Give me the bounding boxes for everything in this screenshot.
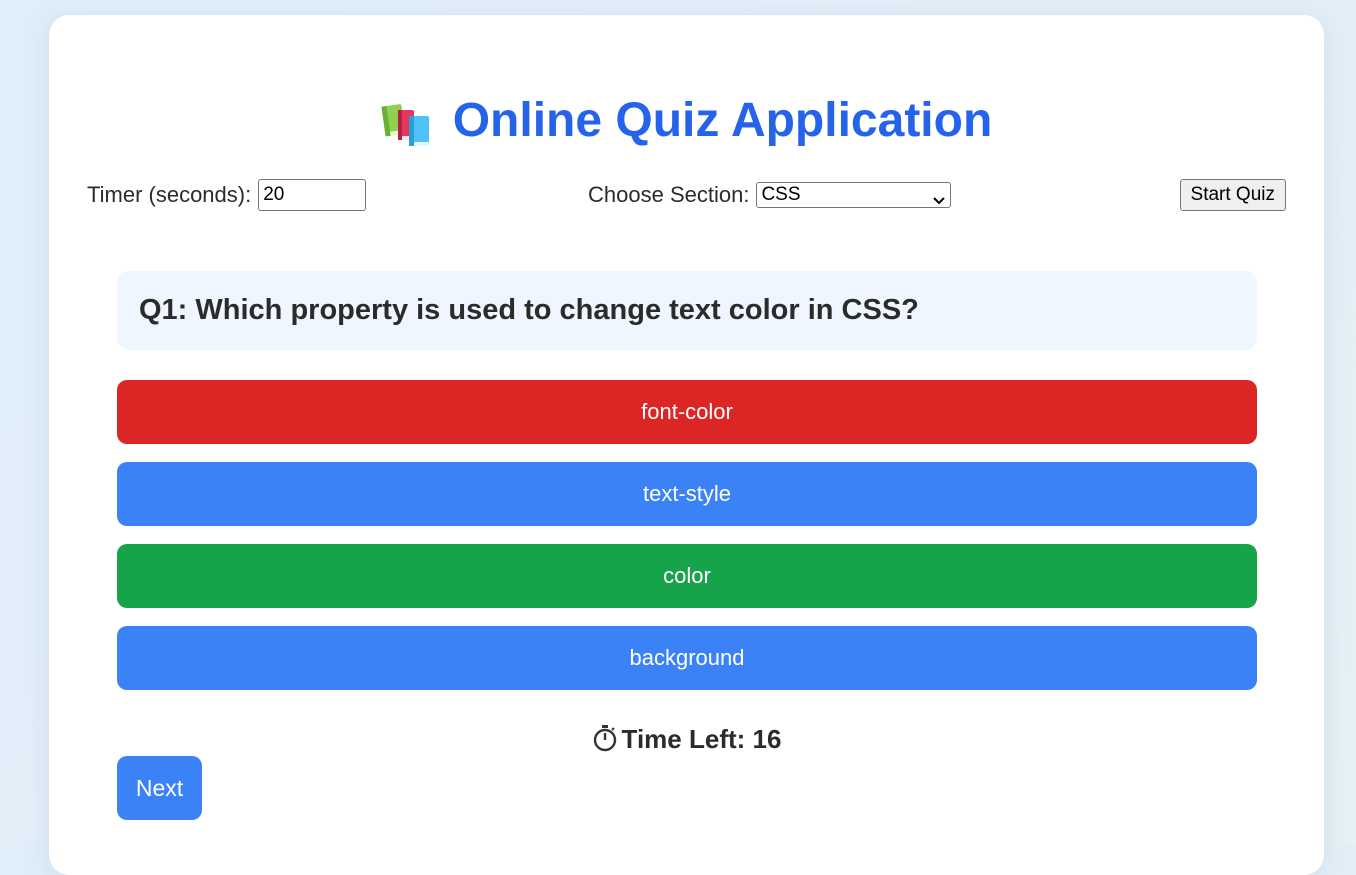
- section-setting: Choose Section: CSS: [588, 179, 952, 211]
- next-button[interactable]: Next: [117, 756, 202, 820]
- time-left-text: Time Left: 16: [621, 724, 782, 754]
- option-button-color[interactable]: color: [117, 544, 1257, 608]
- time-left-display: Time Left: 16: [49, 721, 1324, 757]
- quiz-controls: Timer (seconds): Choose Section: CSS Sta…: [87, 179, 1286, 211]
- section-label: Choose Section:: [588, 182, 750, 207]
- question-text: Q1: Which property is used to change tex…: [139, 294, 919, 326]
- page-header: Online Quiz Application: [49, 93, 1324, 149]
- books-icon: [381, 100, 433, 148]
- section-selected-value: CSS: [761, 184, 801, 205]
- quiz-card: Online Quiz Application Timer (seconds):…: [49, 15, 1324, 875]
- option-button-text-style[interactable]: text-style: [117, 462, 1257, 526]
- timer-label: Timer (seconds):: [87, 182, 252, 207]
- option-button-font-color[interactable]: font-color: [117, 380, 1257, 444]
- question-box: Q1: Which property is used to change tex…: [117, 271, 1257, 350]
- section-select[interactable]: CSS: [756, 182, 952, 208]
- timer-setting: Timer (seconds):: [87, 179, 367, 211]
- stopwatch-icon: [592, 724, 618, 752]
- timer-input[interactable]: [258, 179, 367, 211]
- start-quiz-button[interactable]: Start Quiz: [1179, 179, 1286, 211]
- option-button-background[interactable]: background: [117, 626, 1257, 690]
- page-title: Online Quiz Application: [452, 94, 993, 147]
- chevron-down-icon: [932, 190, 946, 205]
